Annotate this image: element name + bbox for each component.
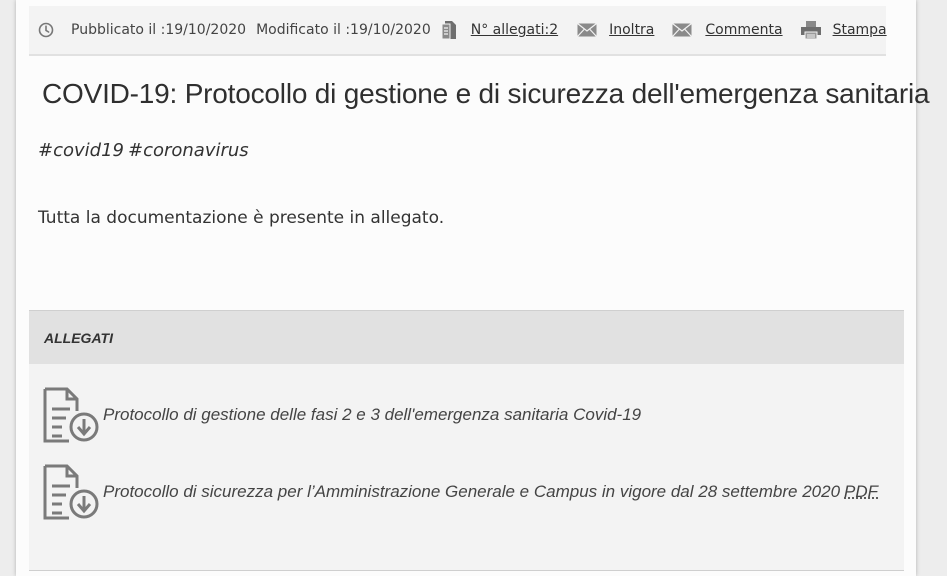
published-label: Pubblicato il :: [71, 22, 166, 38]
printer-icon: [800, 20, 822, 40]
attachments-count-link[interactable]: N° allegati:2: [471, 22, 558, 38]
document-download-icon: [41, 386, 101, 444]
article-body: Tutta la documentazione è presente in al…: [38, 208, 445, 228]
document-download-icon: [41, 463, 101, 521]
divider: [29, 570, 904, 571]
forward-label[interactable]: Inoltra: [609, 22, 654, 38]
attachments-list: Protocollo di gestione delle fasi 2 e 3 …: [29, 364, 904, 570]
modified-info: Modificato il :19/10/2020: [256, 22, 431, 38]
modified-date: 19/10/2020: [350, 22, 431, 38]
published-date: 19/10/2020: [165, 22, 247, 38]
attachments-header: ALLEGATI: [29, 310, 904, 364]
article-meta-bar: Pubblicato il :19/10/2020 Modificato il …: [29, 6, 887, 56]
comment-label[interactable]: Commenta: [705, 22, 782, 38]
tag-coronavirus[interactable]: #coronavirus: [128, 140, 249, 161]
article-tags: #covid19 #coronavirus: [38, 140, 253, 161]
published-info: Pubblicato il :19/10/2020: [71, 22, 246, 38]
attachment-label[interactable]: Protocollo di gestione delle fasi 2 e 3 …: [103, 405, 641, 425]
attachments-header-label: ALLEGATI: [44, 329, 113, 346]
clock-icon: [38, 22, 54, 38]
envelope-icon: [672, 23, 693, 37]
article-panel: Pubblicato il :19/10/2020 Modificato il …: [16, 0, 930, 576]
attachment-item[interactable]: Protocollo di gestione delle fasi 2 e 3 …: [41, 386, 641, 444]
attachments-count-label[interactable]: N° allegati:2: [471, 22, 558, 38]
article-title: COVID-19: Protocollo di gestione e di si…: [42, 78, 930, 109]
attachment-format-badge: PDF: [844, 482, 879, 501]
envelope-icon: [577, 23, 598, 37]
print-link[interactable]: Stampa: [833, 22, 887, 38]
comment-link[interactable]: Commenta: [705, 22, 782, 38]
forward-link[interactable]: Inoltra: [609, 22, 654, 38]
attachment-item[interactable]: Protocollo di sicurezza per l’Amministra…: [41, 463, 878, 521]
modified-label: Modificato il :: [256, 22, 351, 38]
tag-covid19[interactable]: #covid19: [38, 140, 124, 161]
attachment-doc-icon: [441, 20, 457, 40]
attachment-label[interactable]: Protocollo di sicurezza per l’Amministra…: [103, 482, 840, 502]
print-label[interactable]: Stampa: [833, 22, 887, 38]
